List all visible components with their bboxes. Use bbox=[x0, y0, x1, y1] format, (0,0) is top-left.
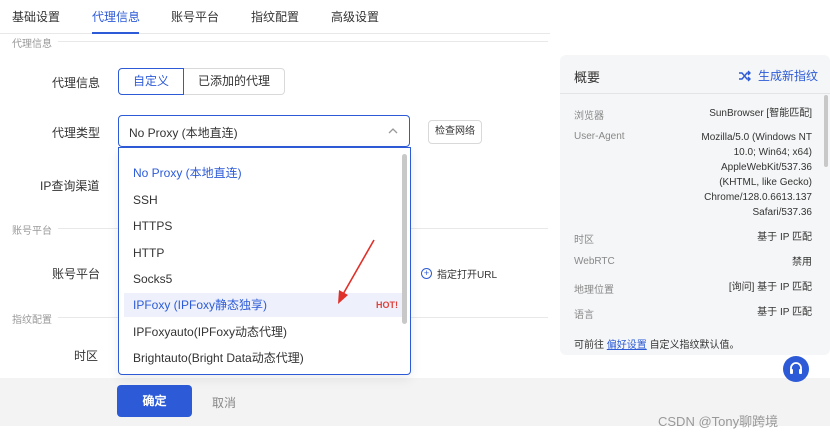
section-title-proxy: 代理信息 bbox=[12, 39, 52, 50]
summary-panel: 概要 生成新指纹 浏览器 SunBrowser [智能匹配] User-Agen… bbox=[560, 55, 830, 355]
check-network-button[interactable]: 检查网络 bbox=[428, 120, 482, 144]
tab-proxy-info[interactable]: 代理信息 bbox=[92, 8, 140, 25]
proxy-mode-switch: 自定义 已添加的代理 bbox=[118, 68, 286, 95]
section-title-account: 账号平台 bbox=[12, 226, 52, 237]
summary-value-geolocation: [询问] 基于 IP 匹配 bbox=[728, 282, 812, 293]
section-divider bbox=[411, 317, 548, 318]
panel-divider bbox=[560, 93, 830, 94]
proxy-type-select[interactable]: No Proxy (本地直连) bbox=[118, 115, 410, 147]
timezone-label: 时区 bbox=[74, 349, 99, 363]
option-label: HTTP bbox=[133, 246, 165, 260]
dropdown-option-ssh[interactable]: SSH bbox=[124, 188, 404, 212]
panel-footnote: 可前往 偏好设置 自定义指纹默认值。 bbox=[574, 336, 740, 351]
tab-account-platform[interactable]: 账号平台 bbox=[171, 8, 219, 25]
panel-scrollbar[interactable] bbox=[824, 95, 828, 167]
option-label: SSH bbox=[133, 193, 158, 207]
tab-basic-settings[interactable]: 基础设置 bbox=[12, 8, 60, 25]
chevron-up-icon bbox=[388, 128, 398, 134]
dropdown-option-ipfoxyauto[interactable]: IPFoxyauto(IPFoxy动态代理) bbox=[124, 320, 404, 344]
summary-key-user-agent: User-Agent bbox=[574, 131, 625, 142]
tab-fingerprint-config[interactable]: 指纹配置 bbox=[251, 8, 299, 25]
summary-key-geolocation: 地理位置 bbox=[574, 285, 614, 296]
section-title-fingerprint: 指纹配置 bbox=[12, 315, 52, 326]
summary-key-webrtc: WebRTC bbox=[574, 256, 615, 267]
tab-advanced-settings[interactable]: 高级设置 bbox=[331, 8, 379, 25]
summary-key-browser: 浏览器 bbox=[574, 111, 604, 122]
open-url-label: 指定打开URL bbox=[437, 270, 498, 281]
dropdown-option-https[interactable]: HTTPS bbox=[124, 214, 404, 238]
help-button[interactable] bbox=[783, 356, 809, 382]
generate-fingerprint-button[interactable]: 生成新指纹 bbox=[738, 67, 818, 84]
settings-tabs: 基础设置 代理信息 账号平台 指纹配置 高级设置 bbox=[0, 0, 550, 34]
dropdown-scrollbar[interactable] bbox=[402, 154, 407, 324]
headset-icon bbox=[790, 362, 802, 374]
active-tab-indicator bbox=[92, 32, 139, 34]
summary-value-webrtc: 禁用 bbox=[792, 257, 812, 268]
option-label: HTTPS bbox=[133, 219, 173, 233]
summary-value-user-agent: Mozilla/5.0 (Windows NT 10.0; Win64; x64… bbox=[701, 132, 812, 218]
summary-key-timezone: 时区 bbox=[574, 235, 594, 246]
summary-value-browser: SunBrowser [智能匹配] bbox=[709, 108, 812, 119]
account-platform-label: 账号平台 bbox=[52, 267, 101, 281]
confirm-button[interactable]: 确定 bbox=[117, 385, 192, 417]
proxy-info-label: 代理信息 bbox=[52, 76, 101, 90]
summary-value-language: 基于 IP 匹配 bbox=[757, 307, 812, 318]
watermark: CSDN @Tony聊跨境 bbox=[658, 414, 779, 429]
preferences-link[interactable]: 偏好设置 bbox=[607, 340, 647, 351]
option-label: Socks5 bbox=[133, 272, 173, 286]
proxy-mode-saved-button[interactable]: 已添加的代理 bbox=[184, 68, 286, 95]
panel-title: 概要 bbox=[574, 70, 601, 85]
option-label: No Proxy (本地直连) bbox=[133, 166, 242, 180]
footnote-prefix: 可前往 bbox=[574, 340, 604, 351]
plus-icon: + bbox=[421, 268, 432, 279]
footnote-suffix: 自定义指纹默认值。 bbox=[649, 340, 740, 351]
dropdown-option-brightauto[interactable]: Brightauto(Bright Data动态代理) bbox=[124, 346, 404, 370]
section-divider bbox=[58, 41, 548, 42]
option-label: Brightauto(Bright Data动态代理) bbox=[133, 351, 304, 365]
cancel-button[interactable]: 取消 bbox=[212, 394, 236, 411]
proxy-mode-custom-button[interactable]: 自定义 bbox=[118, 68, 185, 95]
ip-channel-label: IP查询渠道 bbox=[40, 179, 100, 193]
dropdown-option-no-proxy[interactable]: No Proxy (本地直连) bbox=[124, 161, 404, 185]
section-divider bbox=[58, 317, 118, 318]
summary-value-timezone: 基于 IP 匹配 bbox=[757, 232, 812, 243]
option-label: IPFoxy (IPFoxy静态独享) bbox=[133, 298, 268, 312]
open-url-button[interactable]: + 指定打开URL bbox=[421, 266, 497, 281]
annotation-arrow-icon bbox=[338, 239, 375, 304]
summary-key-language: 语言 bbox=[574, 310, 594, 321]
option-label: IPFoxyauto(IPFoxy动态代理) bbox=[133, 325, 288, 339]
section-divider bbox=[58, 228, 118, 229]
shuffle-icon bbox=[738, 70, 751, 81]
proxy-type-value: No Proxy (本地直连) bbox=[129, 126, 238, 140]
proxy-type-label: 代理类型 bbox=[52, 126, 101, 140]
generate-fingerprint-label: 生成新指纹 bbox=[757, 69, 818, 83]
section-divider bbox=[411, 228, 548, 229]
